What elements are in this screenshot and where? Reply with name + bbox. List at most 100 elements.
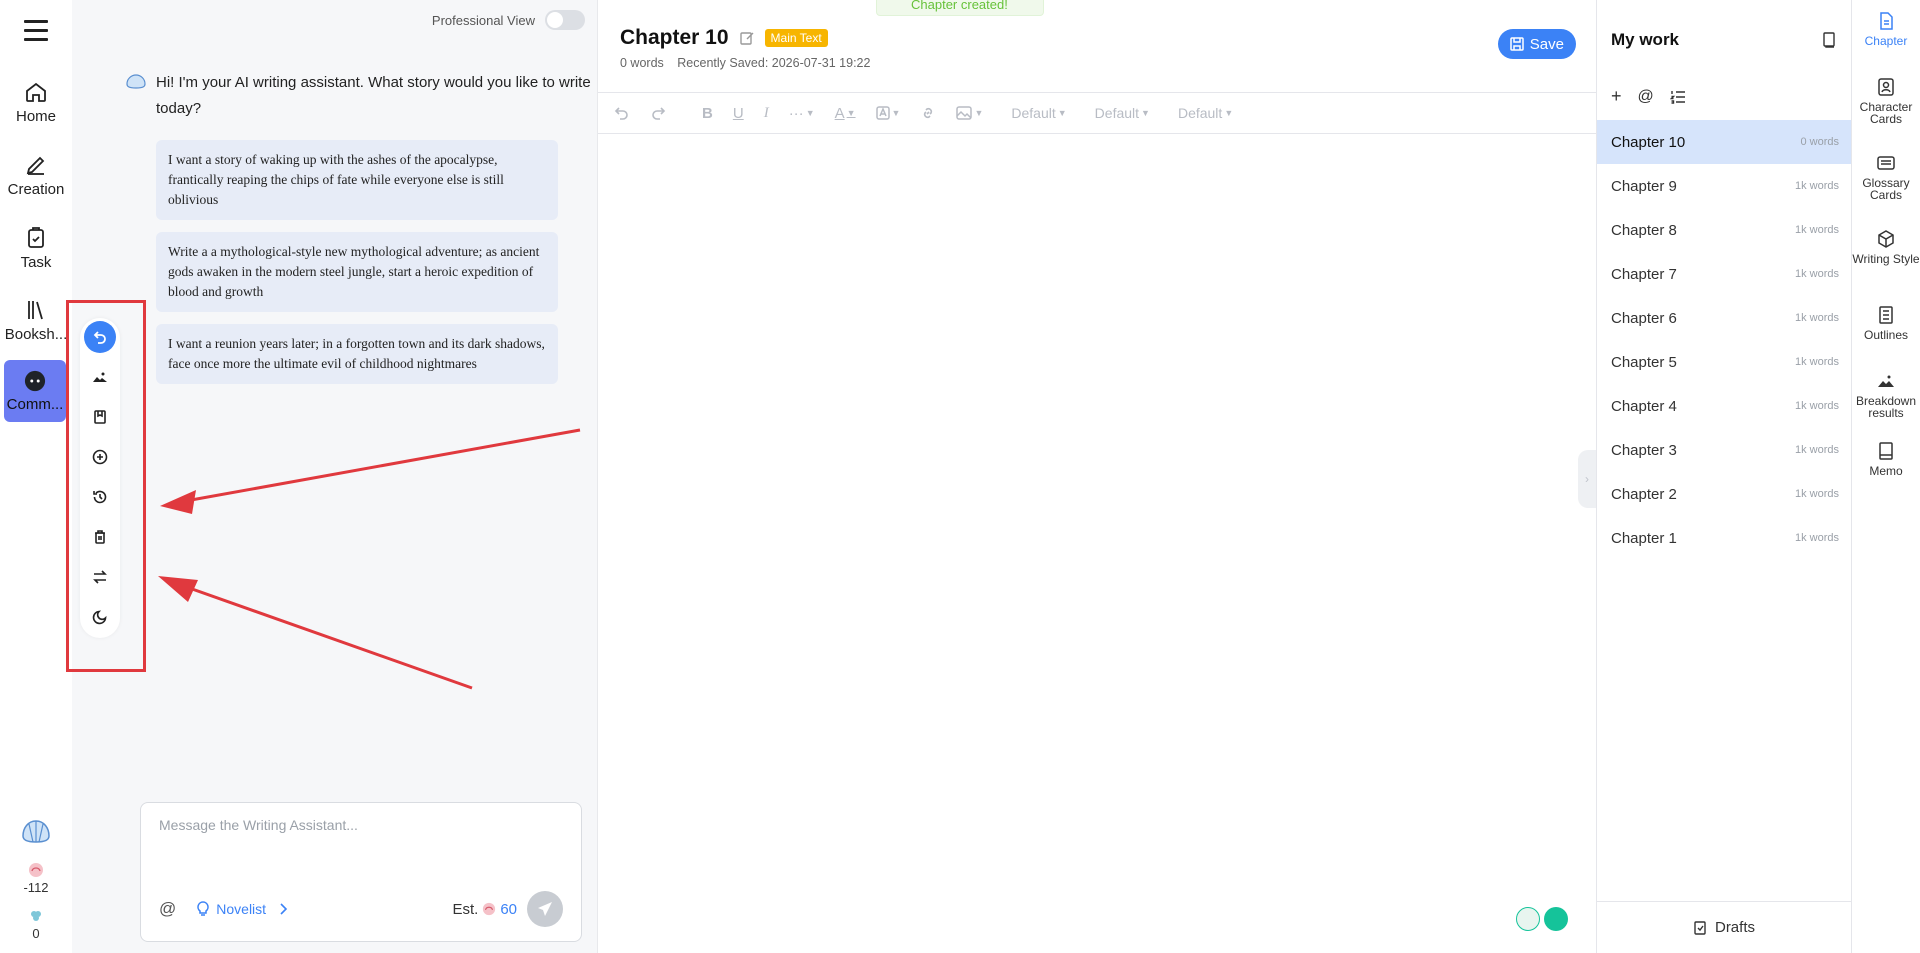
nav-creation[interactable]: Creation — [0, 153, 72, 198]
new-chat-button[interactable] — [84, 441, 116, 473]
nav-community[interactable]: Comm... — [4, 360, 66, 422]
bold-icon: B — [702, 104, 713, 122]
chapter-row[interactable]: Chapter 4 1k words — [1597, 384, 1851, 428]
editor-content-area[interactable] — [598, 134, 1578, 934]
ordered-list-icon[interactable] — [1669, 89, 1686, 105]
flower-icon — [31, 911, 41, 921]
chapter-row[interactable]: Chapter 5 1k words — [1597, 340, 1851, 384]
undo-icon — [93, 331, 106, 344]
main-text-badge: Main Text — [764, 29, 828, 47]
font-size-value: Default — [1094, 105, 1140, 121]
memo-icon — [1879, 442, 1893, 460]
send-button[interactable] — [527, 891, 563, 927]
points-counter[interactable]: 0 — [0, 908, 72, 941]
nav-task[interactable]: Task — [0, 226, 72, 271]
message-input[interactable]: Message the Writing Assistant... — [159, 817, 358, 833]
professional-view-toggle[interactable] — [545, 10, 585, 30]
rail-writing-style[interactable]: Writing Style — [1852, 230, 1920, 265]
grammarly-g-icon — [1544, 907, 1568, 931]
chapter-row[interactable]: Chapter 6 1k words — [1597, 296, 1851, 340]
line-height-select[interactable]: Default ▼ — [1178, 105, 1233, 121]
image-button[interactable]: ▼ — [956, 105, 983, 121]
credits-value: -112 — [23, 880, 49, 895]
credits-counter[interactable]: -112 — [0, 862, 72, 895]
send-icon — [538, 902, 552, 916]
theme-icon — [92, 610, 107, 625]
glossary-card-icon — [1877, 156, 1895, 170]
history-button[interactable] — [84, 481, 116, 513]
suggestion-2[interactable]: Write a a mythological-style new mytholo… — [156, 232, 558, 312]
chevron-right-icon — [280, 903, 288, 915]
clipboard-check-icon — [28, 227, 44, 248]
undo-button[interactable] — [84, 321, 116, 353]
chapter-row[interactable]: Chapter 1 1k words — [1597, 516, 1851, 560]
save-book-button[interactable] — [84, 401, 116, 433]
bold-button[interactable]: B — [702, 105, 713, 122]
nav-home[interactable]: Home — [0, 80, 72, 125]
chapter-word-count: 1k words — [1794, 488, 1839, 500]
italic-button[interactable]: I — [764, 105, 769, 122]
undo-format-button[interactable] — [614, 105, 630, 121]
rail-glossary-cards[interactable]: Glossary Cards — [1852, 154, 1920, 201]
more-button[interactable]: ··· ▼ — [789, 105, 815, 122]
edit-title-icon[interactable] — [739, 30, 755, 46]
suggestion-1[interactable]: I want a story of waking up with the ash… — [156, 140, 558, 220]
grammarly-widget[interactable] — [1516, 907, 1568, 931]
image-icon — [956, 106, 973, 120]
drafts-button[interactable]: Drafts — [1597, 901, 1851, 953]
chapter-row[interactable]: Chapter 7 1k words — [1597, 252, 1851, 296]
nav-bookshelf[interactable]: Booksh... — [0, 298, 72, 343]
rail-label: Character Cards — [1859, 100, 1913, 126]
rail-label: Writing Style — [1852, 252, 1920, 266]
font-size-select[interactable]: Default ▼ — [1095, 105, 1150, 121]
toast-text: Chapter created! — [911, 0, 1008, 12]
book-settings-icon[interactable] — [1821, 32, 1837, 48]
chapter-row[interactable]: Chapter 2 1k words — [1597, 472, 1851, 516]
landscape-button[interactable] — [84, 361, 116, 393]
chapter-row[interactable]: Chapter 8 1k words — [1597, 208, 1851, 252]
chapter-row[interactable]: Chapter 9 1k words — [1597, 164, 1851, 208]
recently-saved: Recently Saved: 2026-07-31 19:22 — [677, 56, 871, 70]
app-logo[interactable] — [0, 818, 72, 849]
redo-button[interactable] — [650, 105, 666, 121]
message-input-box[interactable]: Message the Writing Assistant... @ Novel… — [140, 802, 582, 942]
chapter-row[interactable]: Chapter 10 0 words — [1597, 120, 1851, 164]
chapter-row[interactable]: Chapter 3 1k words — [1597, 428, 1851, 472]
rail-breakdown-results[interactable]: Breakdown results — [1852, 372, 1920, 419]
chapter-name: Chapter 4 — [1611, 397, 1677, 415]
right-tool-rail: Chapter Character Cards Glossary Cards W… — [1852, 0, 1920, 953]
rail-character-cards[interactable]: Character Cards — [1852, 78, 1920, 125]
save-button[interactable]: Save — [1497, 29, 1576, 59]
add-chapter-button[interactable]: + — [1611, 86, 1622, 107]
collapse-panel-handle[interactable]: › — [1578, 450, 1596, 508]
highlight-button[interactable]: ▼ — [875, 106, 900, 120]
save-book-icon — [94, 410, 106, 424]
pencil-icon — [26, 156, 45, 175]
mention-chapter-button[interactable]: @ — [1638, 88, 1654, 106]
delete-button[interactable] — [84, 521, 116, 553]
underline-button[interactable]: U — [733, 105, 744, 122]
link-button[interactable] — [920, 105, 936, 121]
mention-button[interactable]: @ — [159, 899, 176, 919]
swap-button[interactable] — [84, 561, 116, 593]
theme-button[interactable] — [84, 601, 116, 633]
rail-label: Outlines — [1863, 328, 1909, 342]
chapter-word-count: 0 words — [1800, 136, 1839, 148]
mode-selector[interactable]: Novelist — [196, 901, 288, 917]
font-color-button[interactable]: A ▼ — [835, 105, 856, 122]
chapter-word-count: 1k words — [1794, 444, 1839, 456]
rail-memo[interactable]: Memo — [1852, 442, 1920, 477]
format-toolbar: B U I ··· ▼ A ▼ ▼ ▼ Default ▼ Default ▼ Defa… — [598, 92, 1596, 134]
menu-icon[interactable] — [24, 20, 48, 42]
suggestion-3[interactable]: I want a reunion years later; in a forgo… — [156, 324, 558, 384]
mode-label: Novelist — [216, 901, 267, 917]
line-height-value: Default — [1177, 105, 1223, 121]
link-icon — [924, 107, 933, 119]
professional-view-toggle-row: Professional View — [432, 10, 585, 30]
highlight-icon — [875, 106, 890, 120]
font-family-select[interactable]: Default ▼ — [1011, 105, 1066, 121]
chapter-name: Chapter 7 — [1611, 265, 1677, 283]
rail-chapter[interactable]: Chapter — [1852, 12, 1920, 47]
chapter-name: Chapter 2 — [1611, 485, 1677, 503]
rail-outlines[interactable]: Outlines — [1852, 306, 1920, 341]
